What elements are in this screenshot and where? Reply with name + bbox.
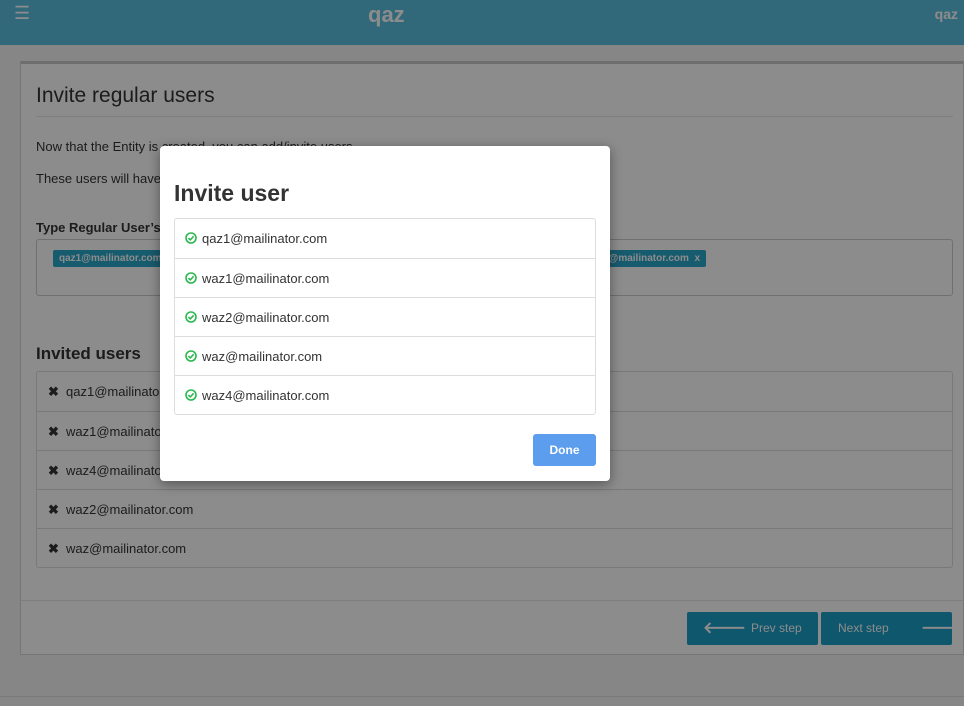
check-circle-icon [185, 389, 197, 401]
done-button[interactable]: Done [533, 434, 596, 466]
invite-user-modal: Invite user qaz1@mailinator.com waz1@mai… [160, 146, 610, 481]
list-item: waz1@mailinator.com [175, 258, 595, 297]
check-circle-icon [185, 272, 197, 284]
invite-email: waz2@mailinator.com [202, 310, 330, 325]
invite-email: waz4@mailinator.com [202, 388, 330, 403]
list-item: waz2@mailinator.com [175, 297, 595, 336]
list-item: qaz1@mailinator.com [175, 219, 595, 258]
invite-email: qaz1@mailinator.com [202, 231, 328, 246]
list-item: waz@mailinator.com [175, 336, 595, 375]
list-item: waz4@mailinator.com [175, 375, 595, 414]
invite-email: waz@mailinator.com [202, 349, 323, 364]
check-circle-icon [185, 350, 197, 362]
invite-email: waz1@mailinator.com [202, 271, 330, 286]
check-circle-icon [185, 311, 197, 323]
check-circle-icon [185, 232, 197, 244]
modal-title: Invite user [174, 180, 290, 206]
invite-results-list: qaz1@mailinator.com waz1@mailinator.com … [174, 218, 596, 415]
